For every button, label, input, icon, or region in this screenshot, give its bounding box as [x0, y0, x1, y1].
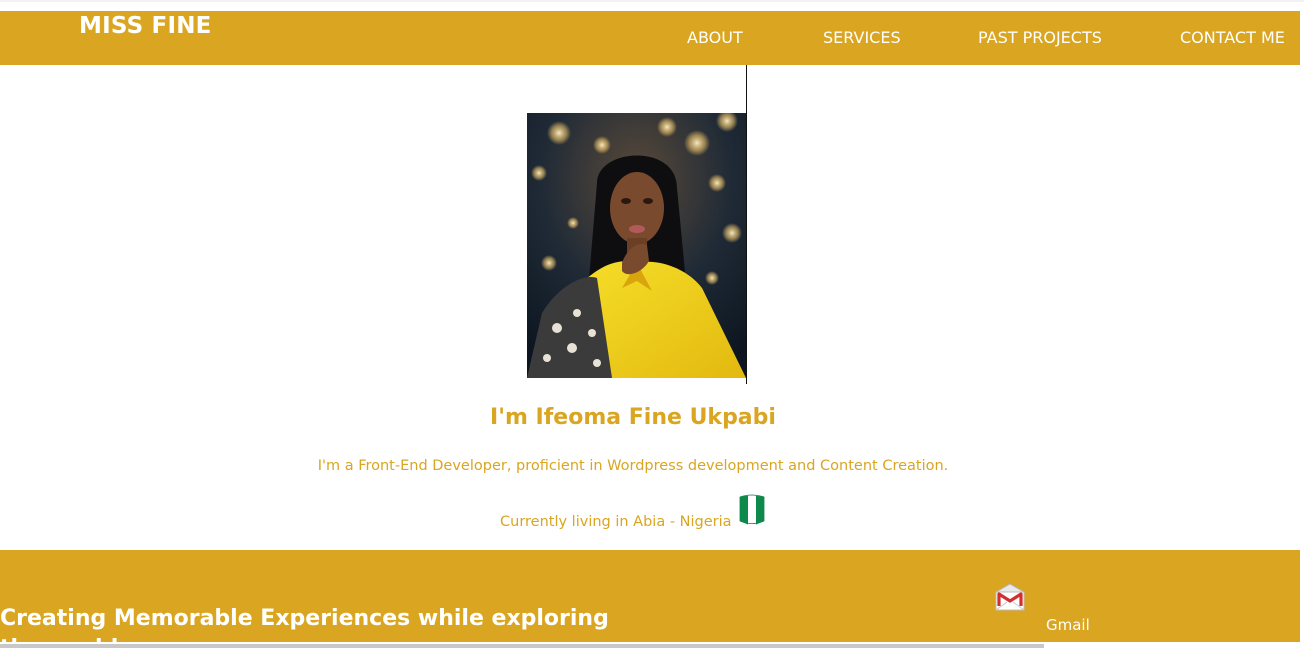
portrait-photo: [527, 113, 746, 378]
footer-headline: Creating Memorable Experiences while exp…: [0, 606, 609, 642]
contact-section: Creating Memorable Experiences while exp…: [0, 550, 1300, 642]
nigeria-flag-icon: [738, 493, 766, 527]
horizontal-scrollbar[interactable]: [0, 644, 1044, 648]
gmail-label[interactable]: Gmail: [1046, 616, 1090, 634]
nav-services[interactable]: SERVICES: [823, 28, 901, 47]
vertical-divider: [746, 65, 747, 384]
nav-about[interactable]: ABOUT: [687, 28, 743, 47]
nav-past-projects[interactable]: PAST PROJECTS: [978, 28, 1102, 47]
brand-logo[interactable]: MISS FINE: [79, 13, 212, 39]
top-border: [0, 0, 1304, 2]
navbar: MISS FINE ABOUT SERVICES PAST PROJECTS C…: [0, 11, 1300, 65]
hero-tagline: I'm a Front-End Developer, proficient in…: [317, 458, 949, 474]
hero-location: Currently living in Abia - Nigeria: [500, 514, 732, 530]
nav-contact-me[interactable]: CONTACT ME: [1180, 28, 1285, 47]
gmail-icon[interactable]: [993, 582, 1027, 614]
hero-name: I'm Ifeoma Fine Ukpabi: [490, 405, 776, 430]
